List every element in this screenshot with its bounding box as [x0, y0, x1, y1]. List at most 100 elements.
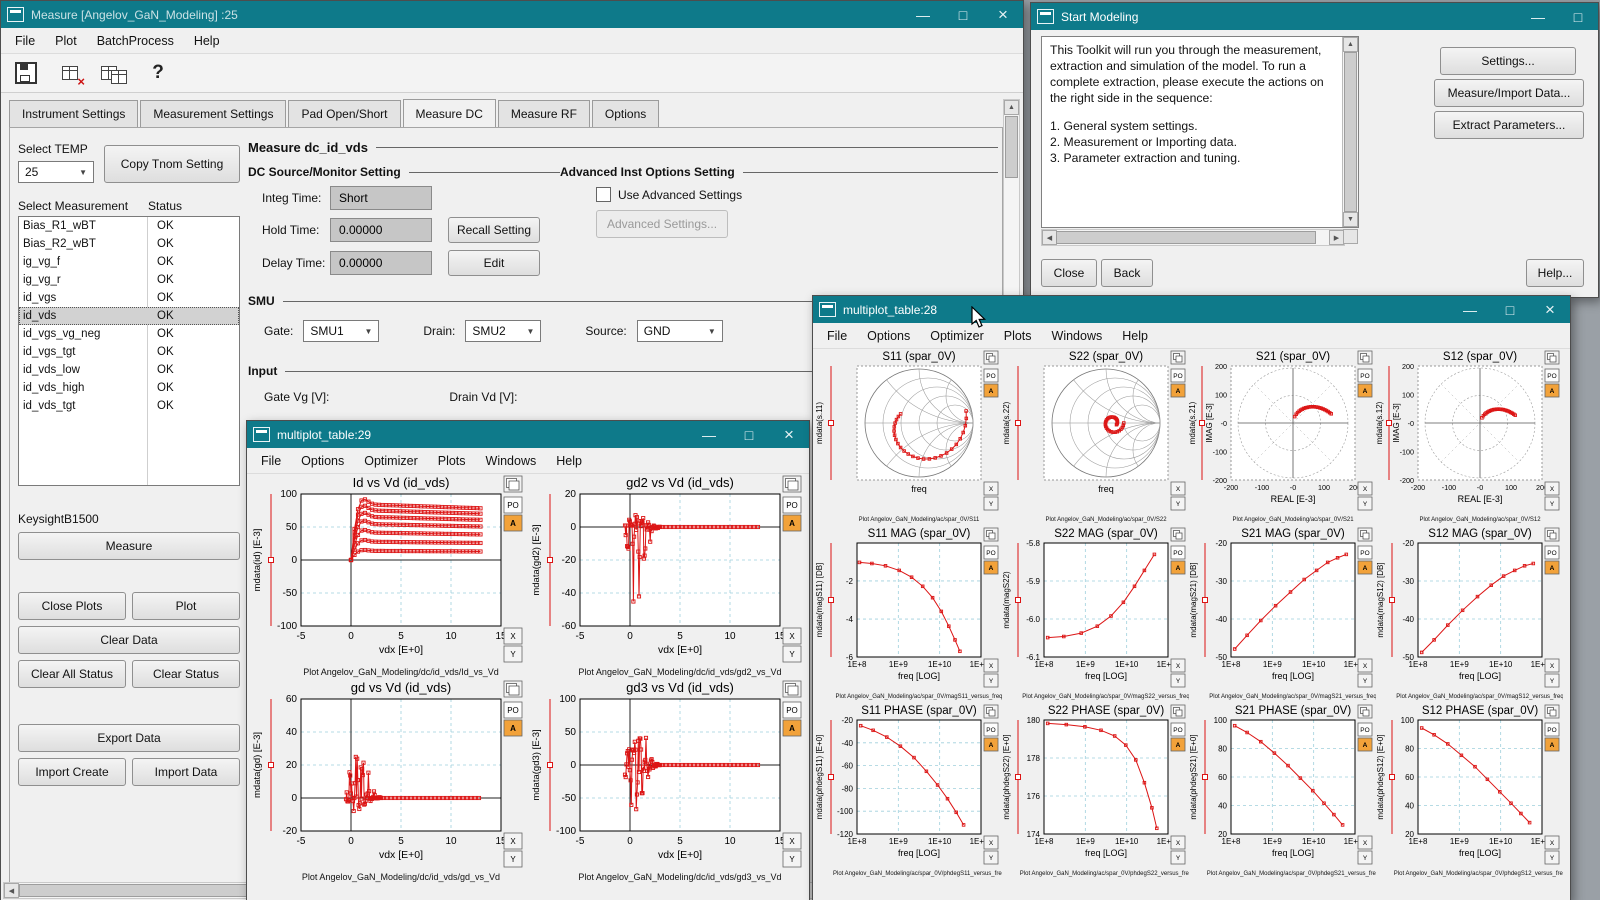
y-axis-button[interactable]: Y [783, 851, 801, 867]
measurement-list[interactable]: Bias_R1_wBTOKBias_R2_wBTOKig_vg_fOKig_vg… [18, 216, 240, 486]
plot-window-icon[interactable] [504, 476, 522, 492]
minimize-button[interactable]: — [689, 421, 729, 448]
scroll-left-icon[interactable]: ◀ [4, 883, 19, 898]
import-data-button[interactable]: Import Data [132, 758, 240, 786]
hold-time-field[interactable]: 0.00000 [330, 218, 432, 242]
autoscale-button[interactable]: A [1545, 561, 1559, 574]
temp-select[interactable]: 25 ▼ [18, 161, 94, 183]
clear-data-button[interactable]: Clear Data [18, 626, 240, 654]
import-create-button[interactable]: Import Create [18, 758, 126, 786]
autoscale-button[interactable]: A [1358, 738, 1372, 751]
maximize-button[interactable]: □ [729, 421, 769, 448]
copy-tnom-button[interactable]: Copy Tnom Setting [104, 145, 240, 183]
measurement-row[interactable]: Bias_R2_wBTOK [19, 235, 239, 253]
close-button[interactable]: × [769, 421, 809, 448]
plot-window-icon[interactable] [984, 705, 998, 718]
x-axis-button[interactable]: X [1171, 482, 1185, 495]
po-button[interactable]: PO [984, 723, 998, 736]
export-data-button[interactable]: Export Data [18, 724, 240, 752]
po-button[interactable]: PO [1358, 546, 1372, 559]
plot-window-icon[interactable] [1358, 528, 1372, 541]
autoscale-button[interactable]: A [1171, 561, 1185, 574]
maximize-button[interactable]: □ [1558, 3, 1598, 30]
y-axis-button[interactable]: Y [1545, 674, 1559, 687]
measurement-row[interactable]: id_vgs_tgtOK [19, 343, 239, 361]
autoscale-button[interactable]: A [984, 738, 998, 751]
autoscale-button[interactable]: A [783, 720, 801, 736]
maximize-button[interactable]: □ [943, 1, 983, 28]
help-icon[interactable]: ? [145, 60, 171, 86]
x-axis-button[interactable]: X [1171, 659, 1185, 672]
y-axis-button[interactable]: Y [984, 497, 998, 510]
measurement-row[interactable]: Bias_R1_wBTOK [19, 217, 239, 235]
plot-button[interactable]: Plot [132, 592, 240, 620]
advanced-settings-button[interactable]: Advanced Settings... [596, 210, 728, 238]
measurement-row[interactable]: id_vgsOK [19, 289, 239, 307]
x-axis-button[interactable]: X [1358, 659, 1372, 672]
po-button[interactable]: PO [1171, 369, 1185, 382]
plot-window-icon[interactable] [1171, 528, 1185, 541]
menu-plot[interactable]: Plot [45, 30, 87, 52]
tab-measurement-settings[interactable]: Measurement Settings [140, 100, 286, 128]
po-button[interactable]: PO [1545, 723, 1559, 736]
y-axis-button[interactable]: Y [783, 646, 801, 662]
multiplot-28-titlebar[interactable]: multiplot_table:28 — □ × [813, 296, 1570, 323]
menu-optimizer[interactable]: Optimizer [354, 450, 427, 472]
plot-window-icon[interactable] [984, 528, 998, 541]
use-advanced-checkbox[interactable] [596, 187, 611, 202]
tab-measure-dc[interactable]: Measure DC [403, 99, 496, 127]
extract-parameters-button[interactable]: Extract Parameters... [1434, 111, 1584, 139]
x-axis-button[interactable]: X [783, 628, 801, 644]
scroll-up-icon[interactable]: ▲ [1343, 37, 1358, 52]
autoscale-button[interactable]: A [1358, 384, 1372, 397]
tab-pad-open-short[interactable]: Pad Open/Short [288, 100, 400, 128]
y-axis-button[interactable]: Y [1171, 497, 1185, 510]
drain-smu-select[interactable]: SMU2 ▼ [465, 320, 541, 342]
instructions-textarea[interactable]: This Toolkit will run you through the me… [1041, 36, 1359, 228]
x-axis-button[interactable]: X [984, 482, 998, 495]
close-button[interactable]: × [983, 1, 1023, 28]
text-vertical-scrollbar[interactable]: ▲ ▼ [1342, 37, 1358, 227]
close-plots-button[interactable]: Close Plots [18, 592, 126, 620]
menu-help[interactable]: Help [546, 450, 592, 472]
close-button[interactable]: × [1530, 296, 1570, 323]
po-button[interactable]: PO [984, 369, 998, 382]
measurement-row[interactable]: id_vds_tgtOK [19, 397, 239, 415]
scroll-up-icon[interactable]: ▲ [1004, 100, 1019, 115]
plot-window-icon[interactable] [504, 681, 522, 697]
autoscale-button[interactable]: A [1358, 561, 1372, 574]
plot-window-icon[interactable] [783, 681, 801, 697]
scroll-down-icon[interactable]: ▼ [1343, 212, 1358, 227]
menu-batchprocess[interactable]: BatchProcess [87, 30, 184, 52]
scroll-thumb[interactable] [1344, 52, 1357, 212]
tab-measure-rf[interactable]: Measure RF [498, 100, 590, 128]
po-button[interactable]: PO [504, 497, 522, 513]
x-axis-button[interactable]: X [504, 833, 522, 849]
po-button[interactable]: PO [1545, 546, 1559, 559]
measure-button[interactable]: Measure [18, 532, 240, 560]
clear-all-status-button[interactable]: Clear All Status [18, 660, 126, 688]
plot-window-icon[interactable] [1358, 705, 1372, 718]
autoscale-button[interactable]: A [984, 384, 998, 397]
menu-help[interactable]: Help [184, 30, 230, 52]
text-horizontal-scrollbar[interactable]: ◀ ▶ [1041, 229, 1345, 246]
menu-options[interactable]: Options [857, 325, 920, 347]
plot-window-icon[interactable] [1358, 351, 1372, 364]
po-button[interactable]: PO [1171, 546, 1185, 559]
autoscale-button[interactable]: A [1171, 738, 1185, 751]
scroll-thumb[interactable] [1005, 116, 1018, 178]
autoscale-button[interactable]: A [984, 561, 998, 574]
autoscale-button[interactable]: A [1545, 384, 1559, 397]
integ-time-field[interactable]: Short [330, 186, 432, 210]
minimize-button[interactable]: — [1518, 3, 1558, 30]
po-button[interactable]: PO [783, 702, 801, 718]
y-axis-button[interactable]: Y [984, 674, 998, 687]
menu-help[interactable]: Help [1112, 325, 1158, 347]
y-axis-button[interactable]: Y [1171, 851, 1185, 864]
windows-layout-icon[interactable] [101, 60, 127, 86]
scroll-right-icon[interactable]: ▶ [1329, 230, 1344, 245]
y-axis-button[interactable]: Y [1358, 851, 1372, 864]
source-select[interactable]: GND ▼ [637, 320, 723, 342]
save-icon[interactable] [13, 60, 39, 86]
x-axis-button[interactable]: X [1545, 836, 1559, 849]
